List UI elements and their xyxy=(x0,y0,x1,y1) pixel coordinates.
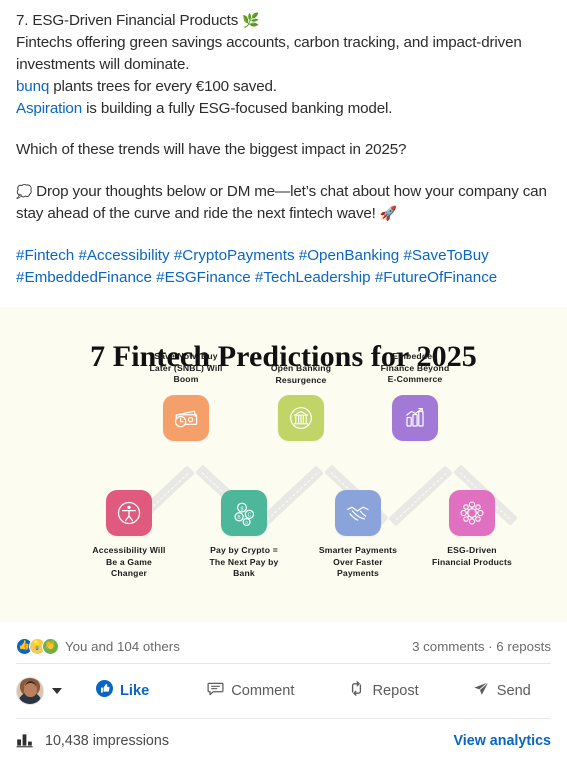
comment-button[interactable]: Comment xyxy=(199,674,302,707)
bank-icon xyxy=(290,407,312,430)
node-accessibility-label: Accessibility Will Be a Game Changer xyxy=(92,544,166,579)
avatar[interactable] xyxy=(16,676,44,705)
svg-text:C: C xyxy=(248,513,252,519)
infographic-canvas: 7 Fintech Predictions for 2025 Accessibi… xyxy=(14,306,553,622)
thumbs-up-icon xyxy=(96,680,113,701)
view-analytics-link[interactable]: View analytics xyxy=(454,733,552,749)
hashtag-block: #Fintech #Accessibility #CryptoPayments … xyxy=(0,245,567,290)
send-button[interactable]: Send xyxy=(465,674,539,707)
bunq-link[interactable]: bunq xyxy=(16,78,49,95)
crypto-tile[interactable]: $ C B 0 xyxy=(221,489,267,536)
esg-tile[interactable] xyxy=(449,489,495,536)
impressions-text: 10,438 impressions xyxy=(45,733,169,750)
comments-reposts-text[interactable]: 3 comments · 6 reposts xyxy=(412,639,551,654)
growth-chart-icon xyxy=(406,407,424,427)
send-button-label: Send xyxy=(496,682,531,699)
post-line-6: 💭 Drop your thoughts below or DM me—let’… xyxy=(16,181,551,225)
post-image-infographic[interactable]: 7 Fintech Predictions for 2025 Accessibi… xyxy=(0,306,567,622)
snbl-tile[interactable] xyxy=(163,394,209,441)
node-open-banking[interactable]: Open Banking Resurgence xyxy=(251,362,351,442)
aspiration-link[interactable]: Aspiration xyxy=(16,100,82,117)
repost-button-label: Repost xyxy=(372,682,419,699)
node-snbl[interactable]: Save Now, Buy Later (SNBL) Will Boom xyxy=(136,351,236,441)
linkedin-post: 7. ESG-Driven Financial Products 🌿 Finte… xyxy=(0,0,567,772)
bar-chart-icon xyxy=(16,731,34,752)
esg-network-icon xyxy=(460,501,484,525)
reaction-count-text[interactable]: You and 104 others xyxy=(65,639,180,654)
svg-text:0: 0 xyxy=(245,520,248,525)
coins-icon: $ C B 0 xyxy=(234,502,255,526)
node-crypto[interactable]: $ C B 0 Pay by Crypto = The Next Pay by Ba… xyxy=(194,489,294,580)
reaction-icon-stack[interactable]: 👍 💡 👏 xyxy=(16,637,59,655)
open-banking-tile[interactable] xyxy=(278,395,324,442)
accessibility-icon xyxy=(117,501,141,524)
comment-button-label: Comment xyxy=(231,682,295,699)
comment-bubble-icon xyxy=(207,680,224,701)
speech-bubble-icon: 💭 xyxy=(16,185,33,201)
analytics-bar: 10,438 impressions View analytics xyxy=(16,719,551,764)
svg-text:$: $ xyxy=(241,506,244,512)
node-esg[interactable]: ESG-Driven Financial Products xyxy=(422,489,522,568)
like-button[interactable]: Like xyxy=(88,674,157,707)
repost-button[interactable]: Repost xyxy=(340,674,426,707)
post-line-1: 7. ESG-Driven Financial Products 🌿 xyxy=(16,10,551,32)
smarter-payments-tile[interactable] xyxy=(335,489,381,536)
post-line-3-text: plants trees for every €100 saved. xyxy=(49,77,277,95)
paragraph-spacer-2 xyxy=(16,161,551,181)
node-embedded-finance-label: Embedded Finance Beyond E-Commerce xyxy=(380,350,450,385)
post-line-5: Which of these trends will have the bigg… xyxy=(16,141,407,159)
repost-icon xyxy=(348,680,365,701)
post-line-3: bunq plants trees for every €100 saved. xyxy=(16,76,551,98)
post-line-6-text: Drop your thoughts below or DM me—let’s … xyxy=(16,183,547,223)
accessibility-tile[interactable] xyxy=(106,489,152,536)
node-accessibility[interactable]: Accessibility Will Be a Game Changer xyxy=(79,489,179,580)
chevron-down-icon[interactable] xyxy=(52,687,62,694)
node-smarter-payments[interactable]: Smarter Payments Over Faster Payments xyxy=(308,489,408,580)
infographic-diagram: Accessibility Will Be a Game Changer Save … xyxy=(14,351,553,593)
hashtag-line-1[interactable]: #Fintech #Accessibility #CryptoPayments … xyxy=(16,245,551,267)
reactions-group[interactable]: 👍 💡 👏 You and 104 others xyxy=(16,637,180,655)
post-line-4: Aspiration is building a fully ESG-focus… xyxy=(16,98,551,120)
impressions-group[interactable]: 10,438 impressions xyxy=(16,731,169,752)
post-line-1-text: 7. ESG-Driven Financial Products xyxy=(16,12,239,29)
social-counts-row: 👍 💡 👏 You and 104 others 3 comments · 6 … xyxy=(16,630,551,664)
post-line-2: Fintechs offering green savings accounts… xyxy=(16,33,522,73)
node-snbl-label: Save Now, Buy Later (SNBL) Will Boom xyxy=(149,350,223,385)
node-smarter-payments-label: Smarter Payments Over Faster Payments xyxy=(318,544,398,579)
embedded-finance-tile[interactable] xyxy=(392,394,438,441)
hashtag-line-2[interactable]: #EmbeddedFinance #ESGFinance #TechLeader… xyxy=(16,267,551,289)
node-embedded-finance[interactable]: Embedded Finance Beyond E-Commerce xyxy=(365,351,465,441)
seedling-icon: 🌿 xyxy=(242,13,260,29)
post-line-4-text: is building a fully ESG-focused banking … xyxy=(82,99,393,117)
send-paper-plane-icon xyxy=(473,680,490,701)
node-esg-label: ESG-Driven Financial Products xyxy=(432,544,512,567)
action-bar: Like Comment Repost Send xyxy=(16,664,551,719)
node-open-banking-label: Open Banking Resurgence xyxy=(270,362,332,385)
post-body: 7. ESG-Driven Financial Products 🌿 Finte… xyxy=(0,0,567,225)
support-reaction-icon: 👏 xyxy=(42,637,59,655)
rocket-icon: 🚀 xyxy=(379,206,398,223)
reaction-avatar-group[interactable] xyxy=(16,676,62,705)
wallet-clock-icon xyxy=(174,410,198,428)
paragraph-spacer-1 xyxy=(16,119,551,139)
like-button-label: Like xyxy=(120,682,150,699)
node-crypto-label: Pay by Crypto = The Next Pay by Bank xyxy=(209,544,279,579)
handshake-icon xyxy=(346,506,369,521)
